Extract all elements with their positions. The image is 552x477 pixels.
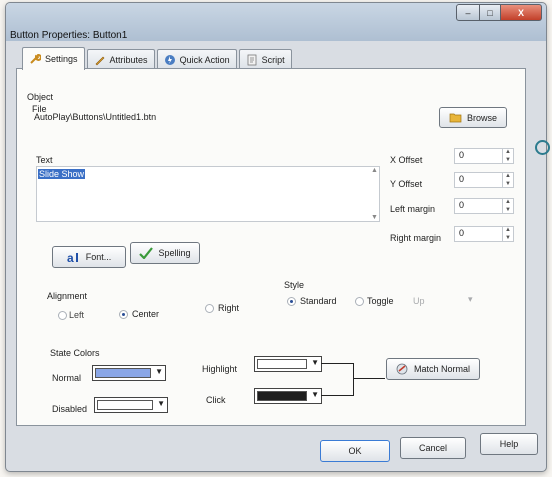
connector-line xyxy=(353,378,385,379)
font-button[interactable]: a Font... xyxy=(52,246,126,268)
lightning-icon xyxy=(164,54,175,65)
tab-quick-action[interactable]: Quick Action xyxy=(156,49,237,69)
tab-settings-label: Settings xyxy=(45,54,78,64)
highlight-color-swatch xyxy=(257,359,307,369)
disabled-color-swatch xyxy=(97,400,153,410)
click-color-label: Click xyxy=(206,395,226,405)
left-margin-spinner[interactable]: ▲ ▼ xyxy=(502,199,513,213)
close-button[interactable]: X xyxy=(501,4,542,21)
click-color-picker[interactable]: ▼ xyxy=(254,388,322,404)
y-offset-value: 0 xyxy=(459,174,465,184)
title-bar[interactable]: Button Properties: Button1 – □ X xyxy=(6,3,546,41)
svg-text:a: a xyxy=(67,251,74,263)
tab-script[interactable]: Script xyxy=(238,49,292,69)
folder-icon xyxy=(449,113,462,123)
tab-settings[interactable]: Settings xyxy=(22,47,85,70)
left-margin-value: 0 xyxy=(459,200,465,210)
connector-line xyxy=(321,363,353,364)
script-icon xyxy=(247,54,256,65)
tab-attributes[interactable]: Attributes xyxy=(86,49,155,69)
align-left-label: Left xyxy=(69,310,85,320)
align-left-radio[interactable] xyxy=(58,311,67,320)
chevron-down-icon: ▼ xyxy=(157,399,165,408)
style-label: Style xyxy=(284,280,305,290)
style-toggle-radio[interactable] xyxy=(355,297,364,306)
tab-attributes-label: Attributes xyxy=(109,54,148,65)
text-input-value: Slide Show xyxy=(38,169,86,179)
toggle-state-select[interactable]: Up xyxy=(413,296,425,306)
help-button[interactable]: Help xyxy=(480,433,538,455)
right-margin-label: Right margin xyxy=(390,233,442,243)
style-standard-label: Standard xyxy=(300,296,337,306)
align-right-label: Right xyxy=(218,303,240,313)
tab-bar: Settings Attributes Quick Action Script xyxy=(22,47,294,70)
cancel-button[interactable]: Cancel xyxy=(400,437,466,459)
disabled-color-picker[interactable]: ▼ xyxy=(94,397,168,413)
browse-label: Browse xyxy=(466,112,497,123)
font-icon: a xyxy=(67,251,78,263)
right-margin-spinner[interactable]: ▲ ▼ xyxy=(502,227,513,241)
text-input[interactable]: Slide Show ▲ ▼ xyxy=(36,166,380,222)
tab-quick-action-label: Quick Action xyxy=(179,54,230,65)
style-standard-radio[interactable] xyxy=(287,297,296,306)
align-center-label: Center xyxy=(132,309,160,319)
click-color-swatch xyxy=(257,391,307,401)
normal-color-swatch xyxy=(95,368,151,378)
right-margin-value: 0 xyxy=(459,228,465,238)
right-margin-field[interactable]: 0 ▲ ▼ xyxy=(454,226,514,242)
left-margin-field[interactable]: 0 ▲ ▼ xyxy=(454,198,514,214)
y-offset-label: Y Offset xyxy=(390,179,423,189)
chevron-down-icon: ▼ xyxy=(311,390,319,399)
help-label: Help xyxy=(499,439,519,449)
x-offset-value: 0 xyxy=(459,150,465,160)
match-normal-label: Match Normal xyxy=(413,364,470,374)
x-offset-label: X Offset xyxy=(390,155,423,165)
spelling-label: Spelling xyxy=(158,248,191,258)
chevron-down-icon: ▼ xyxy=(311,358,319,367)
spellcheck-icon xyxy=(139,247,154,259)
font-label: Font... xyxy=(85,252,112,262)
cancel-label: Cancel xyxy=(418,443,447,453)
style-toggle-label: Toggle xyxy=(367,296,394,306)
match-normal-button[interactable]: Match Normal xyxy=(386,358,480,380)
paint-icon xyxy=(396,363,408,375)
wrench-icon xyxy=(30,54,41,64)
normal-color-picker[interactable]: ▼ xyxy=(92,365,166,381)
ok-button[interactable]: OK xyxy=(320,440,390,462)
text-scrollbar[interactable]: ▲ ▼ xyxy=(369,167,379,221)
toggle-state-dropdown-icon: ▾ xyxy=(468,294,473,304)
y-offset-field[interactable]: 0 ▲ ▼ xyxy=(454,172,514,188)
pencil-icon xyxy=(95,56,104,65)
tab-script-label: Script xyxy=(261,54,285,65)
browse-button[interactable]: Browse xyxy=(439,107,507,128)
left-margin-label: Left margin xyxy=(390,204,436,214)
x-offset-field[interactable]: 0 ▲ ▼ xyxy=(454,148,514,164)
connector-line xyxy=(321,395,353,396)
disabled-color-label: Disabled xyxy=(52,404,88,414)
highlight-color-label: Highlight xyxy=(202,364,238,374)
x-offset-spinner[interactable]: ▲ ▼ xyxy=(502,149,513,163)
spelling-button[interactable]: Spelling xyxy=(130,242,200,264)
state-colors-label: State Colors xyxy=(50,348,100,358)
window-title: Button Properties: Button1 xyxy=(10,30,128,41)
align-center-radio[interactable] xyxy=(119,310,128,319)
normal-color-label: Normal xyxy=(52,373,82,383)
y-offset-spinner[interactable]: ▲ ▼ xyxy=(502,173,513,187)
connector-line xyxy=(353,363,354,396)
file-path: AutoPlay\Buttons\Untitled1.btn xyxy=(34,112,157,122)
align-right-radio[interactable] xyxy=(205,304,214,313)
chevron-down-icon: ▼ xyxy=(155,367,163,376)
maximize-button[interactable]: □ xyxy=(480,4,501,21)
minimize-button[interactable]: – xyxy=(456,4,480,21)
highlight-color-picker[interactable]: ▼ xyxy=(254,356,322,372)
object-section-label: Object xyxy=(27,92,54,102)
ok-label: OK xyxy=(348,446,362,456)
text-label: Text xyxy=(36,155,53,165)
circle-marker-icon xyxy=(535,140,550,155)
alignment-label: Alignment xyxy=(47,291,88,301)
